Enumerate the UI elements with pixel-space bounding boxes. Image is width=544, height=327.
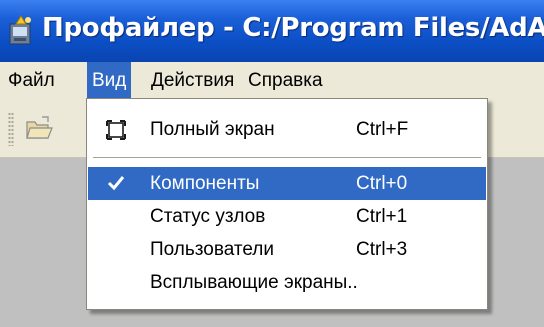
menu-item-shortcut: Ctrl+0 [356,173,408,194]
menu-item-users[interactable]: Пользователи Ctrl+3 [88,233,486,266]
menu-item-label: Полный экран [150,119,275,140]
menu-help[interactable]: Справка [243,62,328,100]
menu-item-fullscreen[interactable]: Полный экран Ctrl+F [88,113,486,146]
window-title: Профайлер - C:/Program Files/AdAstra [42,13,544,43]
fullscreen-icon [106,120,126,140]
menu-item-shortcut: Ctrl+F [356,119,409,140]
menu-item-components[interactable]: Компоненты Ctrl+0 [88,167,486,200]
menu-bar: Файл Вид Действия Справка [0,62,544,100]
checkmark-icon [107,176,125,191]
menu-item-node-status[interactable]: Статус узлов Ctrl+1 [88,200,486,233]
menu-item-label: Всплывающие экраны.. [150,272,358,293]
menu-view[interactable]: Вид [87,62,132,100]
menu-item-shortcut: Ctrl+1 [356,206,408,227]
application-window: Профайлер - C:/Program Files/AdAstra Фай… [0,0,544,327]
menu-separator [93,157,481,159]
menu-file[interactable]: Файл [3,62,60,100]
app-icon [9,15,31,45]
menu-actions[interactable]: Действия [146,62,239,100]
toolbar-grip[interactable] [8,112,14,146]
menu-item-popup-screens[interactable]: Всплывающие экраны.. [88,266,486,299]
menu-item-label: Статус узлов [150,206,266,227]
menu-item-shortcut: Ctrl+3 [356,239,408,260]
open-folder-icon[interactable] [24,114,54,142]
menu-item-label: Компоненты [150,173,260,194]
title-bar[interactable]: Профайлер - C:/Program Files/AdAstra [0,0,544,62]
menu-item-label: Пользователи [150,239,275,260]
view-menu-dropdown: Полный экран Ctrl+F Компоненты Ctrl+0 Ст… [86,98,488,310]
